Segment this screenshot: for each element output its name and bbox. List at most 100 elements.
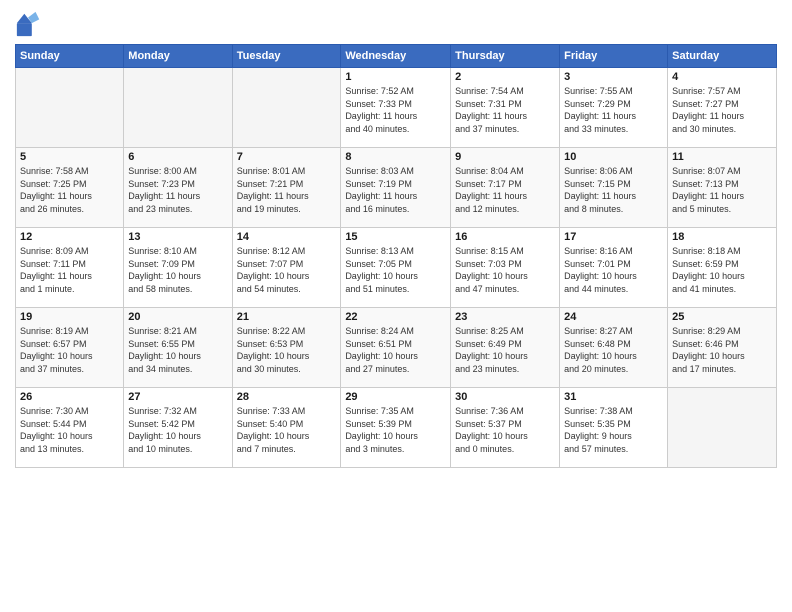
calendar-cell: 11 Sunrise: 8:07 AM Sunset: 7:13 PM Dayli… [668, 148, 777, 228]
day-info: Sunrise: 7:55 AM Sunset: 7:29 PM Dayligh… [564, 85, 663, 135]
day-info: Sunrise: 7:32 AM Sunset: 5:42 PM Dayligh… [128, 405, 227, 455]
day-number: 30 [455, 391, 555, 403]
day-number: 19 [20, 311, 119, 323]
logo-icon [15, 10, 43, 38]
day-info: Sunrise: 8:16 AM Sunset: 7:01 PM Dayligh… [564, 245, 663, 295]
calendar-cell: 25 Sunrise: 8:29 AM Sunset: 6:46 PM Dayli… [668, 308, 777, 388]
day-info: Sunrise: 8:21 AM Sunset: 6:55 PM Dayligh… [128, 325, 227, 375]
calendar-cell: 21 Sunrise: 8:22 AM Sunset: 6:53 PM Dayli… [232, 308, 341, 388]
calendar-cell: 23 Sunrise: 8:25 AM Sunset: 6:49 PM Dayli… [451, 308, 560, 388]
page: SundayMondayTuesdayWednesdayThursdayFrid… [0, 0, 792, 612]
day-number: 3 [564, 71, 663, 83]
day-info: Sunrise: 7:36 AM Sunset: 5:37 PM Dayligh… [455, 405, 555, 455]
weekday-header: Sunday [16, 45, 124, 68]
calendar: SundayMondayTuesdayWednesdayThursdayFrid… [15, 44, 777, 468]
day-info: Sunrise: 8:03 AM Sunset: 7:19 PM Dayligh… [345, 165, 446, 215]
day-number: 15 [345, 231, 446, 243]
day-number: 16 [455, 231, 555, 243]
calendar-cell: 10 Sunrise: 8:06 AM Sunset: 7:15 PM Dayli… [560, 148, 668, 228]
weekday-header: Wednesday [341, 45, 451, 68]
day-info: Sunrise: 8:18 AM Sunset: 6:59 PM Dayligh… [672, 245, 772, 295]
calendar-cell: 27 Sunrise: 7:32 AM Sunset: 5:42 PM Dayli… [124, 388, 232, 468]
day-number: 14 [237, 231, 337, 243]
day-number: 21 [237, 311, 337, 323]
day-info: Sunrise: 8:13 AM Sunset: 7:05 PM Dayligh… [345, 245, 446, 295]
calendar-cell: 3 Sunrise: 7:55 AM Sunset: 7:29 PM Daylig… [560, 68, 668, 148]
calendar-cell: 31 Sunrise: 7:38 AM Sunset: 5:35 PM Dayli… [560, 388, 668, 468]
calendar-cell: 6Sunrise: 8:00 AM Sunset: 7:23 PM Daylig… [124, 148, 232, 228]
calendar-cell: 12 Sunrise: 8:09 AM Sunset: 7:11 PM Dayli… [16, 228, 124, 308]
day-number: 23 [455, 311, 555, 323]
day-info: Sunrise: 7:54 AM Sunset: 7:31 PM Dayligh… [455, 85, 555, 135]
weekday-header: Tuesday [232, 45, 341, 68]
day-number: 11 [672, 151, 772, 163]
calendar-cell: 28 Sunrise: 7:33 AM Sunset: 5:40 PM Dayli… [232, 388, 341, 468]
weekday-header: Monday [124, 45, 232, 68]
day-number: 13 [128, 231, 227, 243]
day-info: Sunrise: 8:29 AM Sunset: 6:46 PM Dayligh… [672, 325, 772, 375]
calendar-week-row: 1 Sunrise: 7:52 AM Sunset: 7:33 PM Daylig… [16, 68, 777, 148]
calendar-week-row: 5Sunrise: 7:58 AM Sunset: 7:25 PM Daylig… [16, 148, 777, 228]
day-number: 10 [564, 151, 663, 163]
day-number: 27 [128, 391, 227, 403]
day-info: Sunrise: 8:27 AM Sunset: 6:48 PM Dayligh… [564, 325, 663, 375]
header [15, 10, 777, 38]
day-number: 1 [345, 71, 446, 83]
weekday-header: Thursday [451, 45, 560, 68]
day-info: Sunrise: 8:15 AM Sunset: 7:03 PM Dayligh… [455, 245, 555, 295]
day-number: 5 [20, 151, 119, 163]
calendar-cell: 19 Sunrise: 8:19 AM Sunset: 6:57 PM Dayli… [16, 308, 124, 388]
calendar-cell: 22Sunrise: 8:24 AM Sunset: 6:51 PM Dayli… [341, 308, 451, 388]
weekday-header-row: SundayMondayTuesdayWednesdayThursdayFrid… [16, 45, 777, 68]
calendar-cell: 5Sunrise: 7:58 AM Sunset: 7:25 PM Daylig… [16, 148, 124, 228]
day-number: 28 [237, 391, 337, 403]
calendar-cell [668, 388, 777, 468]
day-info: Sunrise: 8:04 AM Sunset: 7:17 PM Dayligh… [455, 165, 555, 215]
day-info: Sunrise: 8:12 AM Sunset: 7:07 PM Dayligh… [237, 245, 337, 295]
calendar-cell: 17Sunrise: 8:16 AM Sunset: 7:01 PM Dayli… [560, 228, 668, 308]
day-info: Sunrise: 8:09 AM Sunset: 7:11 PM Dayligh… [20, 245, 119, 295]
day-info: Sunrise: 7:35 AM Sunset: 5:39 PM Dayligh… [345, 405, 446, 455]
day-info: Sunrise: 7:30 AM Sunset: 5:44 PM Dayligh… [20, 405, 119, 455]
day-info: Sunrise: 7:33 AM Sunset: 5:40 PM Dayligh… [237, 405, 337, 455]
day-info: Sunrise: 8:07 AM Sunset: 7:13 PM Dayligh… [672, 165, 772, 215]
calendar-week-row: 26 Sunrise: 7:30 AM Sunset: 5:44 PM Dayli… [16, 388, 777, 468]
day-number: 12 [20, 231, 119, 243]
calendar-cell [232, 68, 341, 148]
day-info: Sunrise: 8:19 AM Sunset: 6:57 PM Dayligh… [20, 325, 119, 375]
calendar-cell: 20 Sunrise: 8:21 AM Sunset: 6:55 PM Dayli… [124, 308, 232, 388]
calendar-week-row: 19 Sunrise: 8:19 AM Sunset: 6:57 PM Dayli… [16, 308, 777, 388]
day-number: 26 [20, 391, 119, 403]
calendar-week-row: 12 Sunrise: 8:09 AM Sunset: 7:11 PM Dayli… [16, 228, 777, 308]
day-number: 24 [564, 311, 663, 323]
weekday-header: Friday [560, 45, 668, 68]
calendar-cell: 7 Sunrise: 8:01 AM Sunset: 7:21 PM Daylig… [232, 148, 341, 228]
calendar-cell: 26 Sunrise: 7:30 AM Sunset: 5:44 PM Dayli… [16, 388, 124, 468]
day-info: Sunrise: 7:57 AM Sunset: 7:27 PM Dayligh… [672, 85, 772, 135]
day-info: Sunrise: 8:22 AM Sunset: 6:53 PM Dayligh… [237, 325, 337, 375]
day-number: 29 [345, 391, 446, 403]
weekday-header: Saturday [668, 45, 777, 68]
day-info: Sunrise: 8:01 AM Sunset: 7:21 PM Dayligh… [237, 165, 337, 215]
day-number: 6 [128, 151, 227, 163]
day-number: 4 [672, 71, 772, 83]
calendar-cell: 16 Sunrise: 8:15 AM Sunset: 7:03 PM Dayli… [451, 228, 560, 308]
calendar-cell: 2Sunrise: 7:54 AM Sunset: 7:31 PM Daylig… [451, 68, 560, 148]
day-number: 20 [128, 311, 227, 323]
day-number: 7 [237, 151, 337, 163]
calendar-cell: 8Sunrise: 8:03 AM Sunset: 7:19 PM Daylig… [341, 148, 451, 228]
day-number: 31 [564, 391, 663, 403]
day-info: Sunrise: 7:38 AM Sunset: 5:35 PM Dayligh… [564, 405, 663, 455]
calendar-cell: 30 Sunrise: 7:36 AM Sunset: 5:37 PM Dayli… [451, 388, 560, 468]
day-number: 25 [672, 311, 772, 323]
day-info: Sunrise: 8:25 AM Sunset: 6:49 PM Dayligh… [455, 325, 555, 375]
calendar-cell: 14 Sunrise: 8:12 AM Sunset: 7:07 PM Dayli… [232, 228, 341, 308]
day-number: 9 [455, 151, 555, 163]
day-info: Sunrise: 8:06 AM Sunset: 7:15 PM Dayligh… [564, 165, 663, 215]
calendar-cell: 15 Sunrise: 8:13 AM Sunset: 7:05 PM Dayli… [341, 228, 451, 308]
day-info: Sunrise: 8:24 AM Sunset: 6:51 PM Dayligh… [345, 325, 446, 375]
calendar-cell: 1 Sunrise: 7:52 AM Sunset: 7:33 PM Daylig… [341, 68, 451, 148]
day-info: Sunrise: 7:52 AM Sunset: 7:33 PM Dayligh… [345, 85, 446, 135]
calendar-cell: 29 Sunrise: 7:35 AM Sunset: 5:39 PM Dayli… [341, 388, 451, 468]
calendar-cell [16, 68, 124, 148]
